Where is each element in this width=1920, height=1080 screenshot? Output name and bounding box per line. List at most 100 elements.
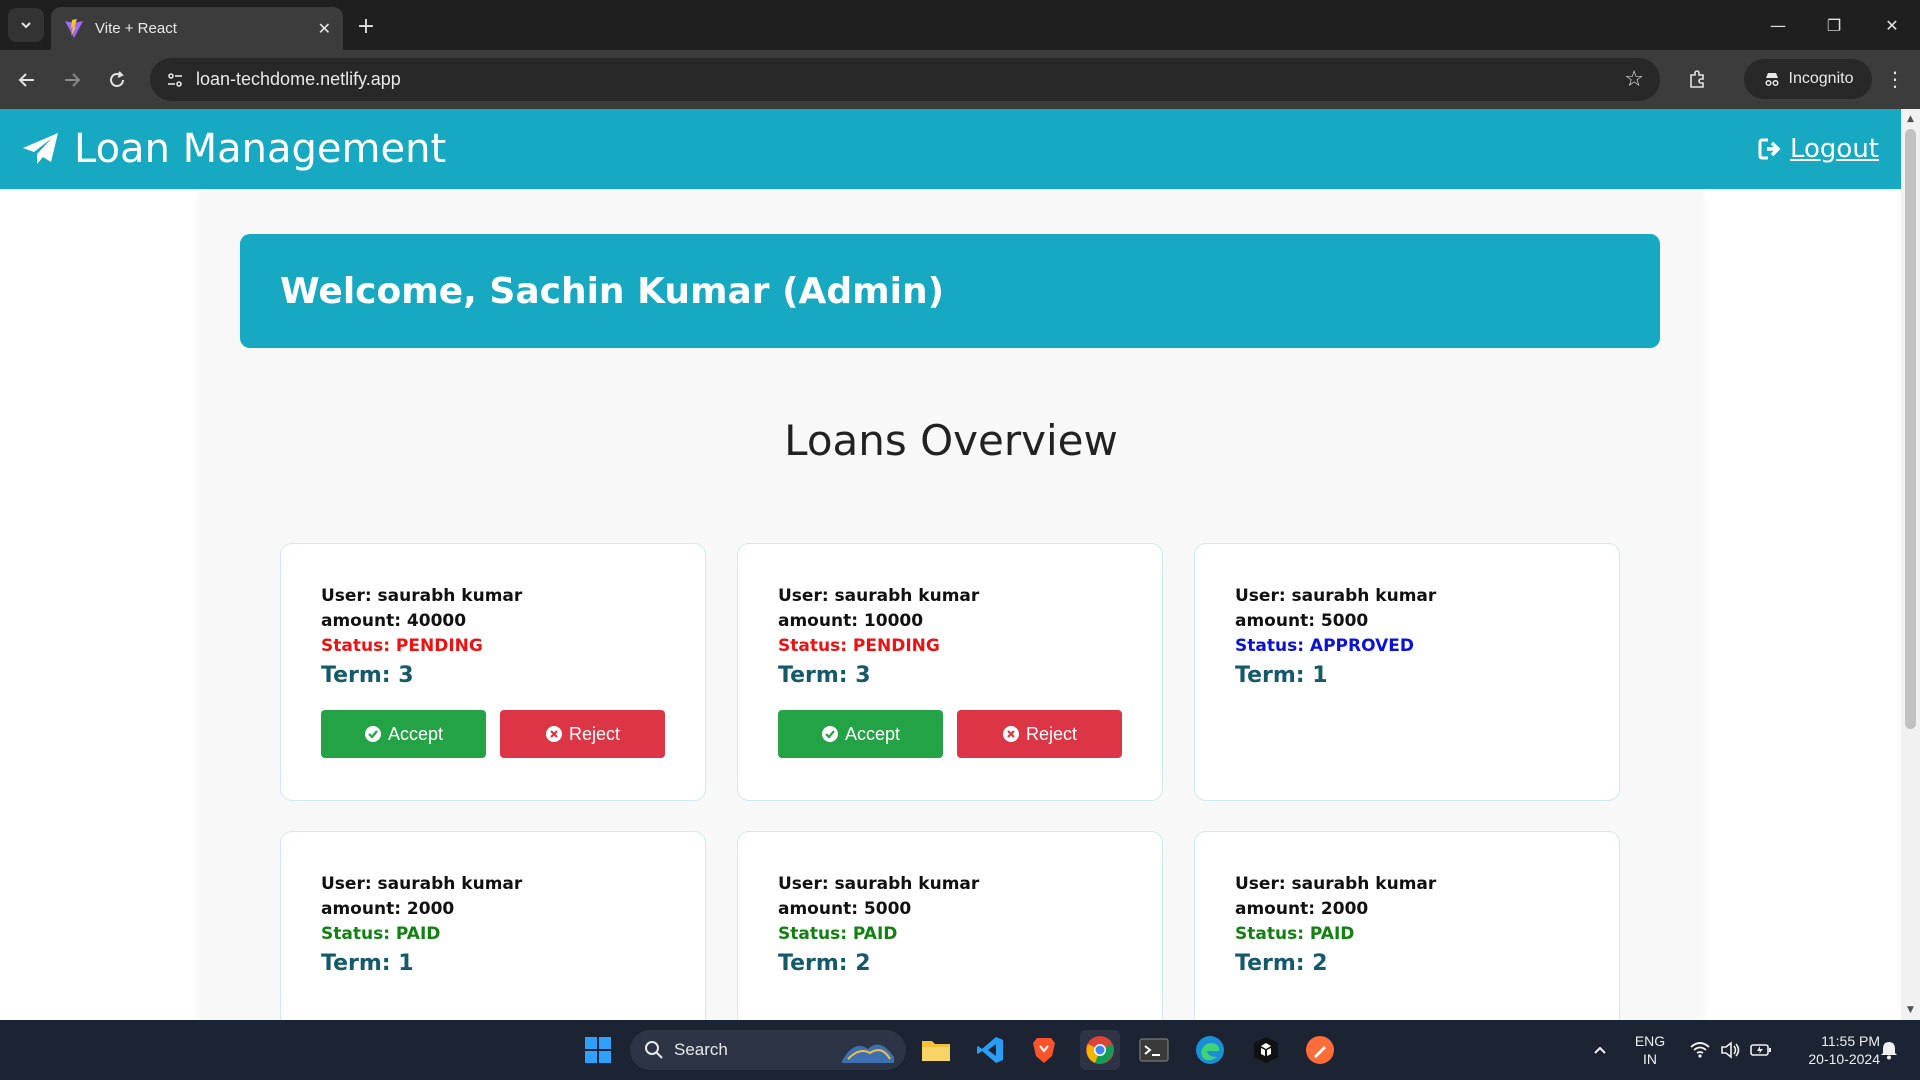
loan-status: Status: APPROVED — [1235, 636, 1414, 656]
clock[interactable]: 11:55 PM 20-10-2024 — [1780, 1020, 1880, 1080]
section-title: Loans Overview — [784, 416, 1118, 465]
loan-amount: amount: 10000 — [778, 611, 924, 631]
welcome-text: Welcome, Sachin Kumar (Admin) — [280, 270, 945, 312]
extensions-icon[interactable] — [1680, 62, 1714, 96]
loan-user: User: saurabh kumar — [321, 874, 523, 894]
accept-label: Accept — [387, 723, 444, 744]
paper-plane-icon — [23, 133, 58, 164]
loan-term: Term: 2 — [1235, 951, 1328, 976]
loan-amount: amount: 5000 — [1235, 611, 1369, 631]
x-circle-icon — [1002, 726, 1019, 742]
brand-title: Loan Management — [74, 126, 447, 172]
dashboard-container: Welcome, Sachin Kumar (Admin) Loans Over… — [200, 191, 1702, 1020]
notification-bell-icon[interactable] — [1874, 1020, 1904, 1080]
chrome-icon[interactable] — [1080, 1030, 1120, 1070]
arrow-left-icon — [18, 73, 34, 87]
reject-button[interactable]: Reject — [957, 710, 1122, 758]
loan-card: User: saurabh kumar amount: 2000 Status:… — [280, 831, 706, 1020]
reject-button[interactable]: Reject — [500, 710, 665, 758]
incognito-indicator[interactable]: Incognito — [1744, 59, 1872, 99]
brave-icon[interactable] — [1024, 1030, 1064, 1070]
postman-icon[interactable] — [1300, 1030, 1340, 1070]
windows-start-icon[interactable] — [578, 1030, 618, 1070]
close-window-button[interactable]: ✕ — [1872, 10, 1912, 40]
edge-icon[interactable] — [1190, 1030, 1230, 1070]
loan-status: Status: PENDING — [321, 636, 483, 656]
reload-icon — [110, 71, 124, 87]
loan-user: User: saurabh kumar — [778, 586, 980, 606]
chevron-down-icon — [21, 22, 31, 29]
bookmark-star-icon[interactable]: ☆ — [1624, 67, 1644, 92]
back-button[interactable] — [10, 63, 44, 97]
loan-amount: amount: 2000 — [321, 899, 455, 919]
loan-amount: amount: 5000 — [778, 899, 912, 919]
accept-button[interactable]: Accept — [778, 710, 943, 758]
forward-button[interactable] — [55, 63, 89, 97]
accept-button[interactable]: Accept — [321, 710, 486, 758]
app-icon[interactable] — [1246, 1030, 1286, 1070]
vscode-icon[interactable] — [970, 1030, 1010, 1070]
loan-user: User: saurabh kumar — [778, 874, 980, 894]
scroll-up-icon[interactable]: ▲ — [1901, 111, 1920, 127]
language-indicator[interactable]: ENG IN — [1620, 1020, 1680, 1080]
loan-term: Term: 1 — [1235, 663, 1328, 688]
system-tray-icons[interactable] — [1686, 1020, 1776, 1080]
loan-user: User: saurabh kumar — [321, 586, 523, 606]
search-icon — [645, 1041, 663, 1059]
accept-label: Accept — [844, 723, 901, 744]
incognito-icon — [1764, 73, 1779, 87]
logout-label: Logout — [1789, 134, 1879, 164]
logout-link[interactable]: Logout — [1758, 134, 1879, 164]
loan-term: Term: 3 — [321, 663, 414, 688]
loan-amount: amount: 2000 — [1235, 899, 1369, 919]
loan-user: User: saurabh kumar — [1235, 874, 1437, 894]
tab-search-button[interactable] — [8, 8, 44, 42]
clock-date: 20-10-2024 — [1808, 1051, 1880, 1067]
scroll-down-icon[interactable]: ▼ — [1901, 1002, 1920, 1018]
url-text[interactable]: loan-techdome.netlify.app — [196, 69, 1624, 90]
loan-user: User: saurabh kumar — [1235, 586, 1437, 606]
x-circle-icon — [545, 726, 562, 742]
file-explorer-icon[interactable] — [916, 1030, 956, 1070]
browser-toolbar: loan-techdome.netlify.app ☆ Incognito ⋮ — [0, 50, 1920, 109]
page-scrollbar[interactable]: ▲ ▼ — [1901, 109, 1920, 1020]
chevron-up-icon[interactable] — [1585, 1020, 1615, 1080]
arrow-right-icon — [65, 73, 81, 87]
reject-label: Reject — [568, 723, 621, 744]
search-highlight-icon — [842, 1044, 894, 1063]
reject-label: Reject — [1025, 723, 1078, 744]
vite-logo-icon — [65, 18, 83, 38]
sign-out-icon — [1758, 138, 1781, 160]
restore-button[interactable]: ❐ — [1814, 10, 1854, 40]
minimize-button[interactable]: — — [1758, 10, 1798, 40]
battery-icon — [1750, 1044, 1771, 1056]
loan-status: Status: PAID — [778, 924, 898, 944]
loan-status: Status: PAID — [1235, 924, 1355, 944]
loan-card: User: saurabh kumar amount: 10000 Status… — [737, 543, 1163, 801]
loan-card: User: saurabh kumar amount: 5000 Status:… — [1194, 543, 1620, 801]
page-viewport: Loan Management Logout Welcome, Sachin K… — [0, 109, 1901, 1020]
search-label: Search — [674, 1040, 728, 1059]
reload-button[interactable] — [100, 63, 134, 97]
loan-card: User: saurabh kumar amount: 5000 Status:… — [737, 831, 1163, 1020]
close-tab-icon[interactable]: ✕ — [318, 19, 331, 38]
new-tab-button[interactable]: + — [352, 12, 380, 40]
taskbar-search[interactable]: Search — [630, 1030, 906, 1070]
loan-card: User: saurabh kumar amount: 2000 Status:… — [1194, 831, 1620, 1020]
check-circle-icon — [821, 726, 838, 742]
volume-icon — [1721, 1041, 1740, 1059]
welcome-banner: Welcome, Sachin Kumar (Admin) — [240, 234, 1660, 348]
taskbar: Search ENG IN 11:55 PM 20-10-2024 — [0, 1020, 1920, 1080]
browser-menu-icon[interactable]: ⋮ — [1880, 62, 1910, 96]
browser-tab[interactable]: Vite + React ✕ — [51, 7, 343, 50]
address-bar[interactable]: loan-techdome.netlify.app ☆ — [150, 58, 1660, 101]
terminal-icon[interactable] — [1134, 1030, 1174, 1070]
wifi-icon — [1690, 1042, 1710, 1058]
language-line1: ENG — [1634, 1033, 1666, 1049]
loan-amount: amount: 40000 — [321, 611, 467, 631]
brand[interactable]: Loan Management — [22, 126, 446, 172]
scroll-thumb[interactable] — [1905, 129, 1916, 729]
app-header: Loan Management Logout — [0, 109, 1901, 189]
site-info-icon[interactable] — [160, 65, 190, 95]
loan-status: Status: PENDING — [778, 636, 940, 656]
